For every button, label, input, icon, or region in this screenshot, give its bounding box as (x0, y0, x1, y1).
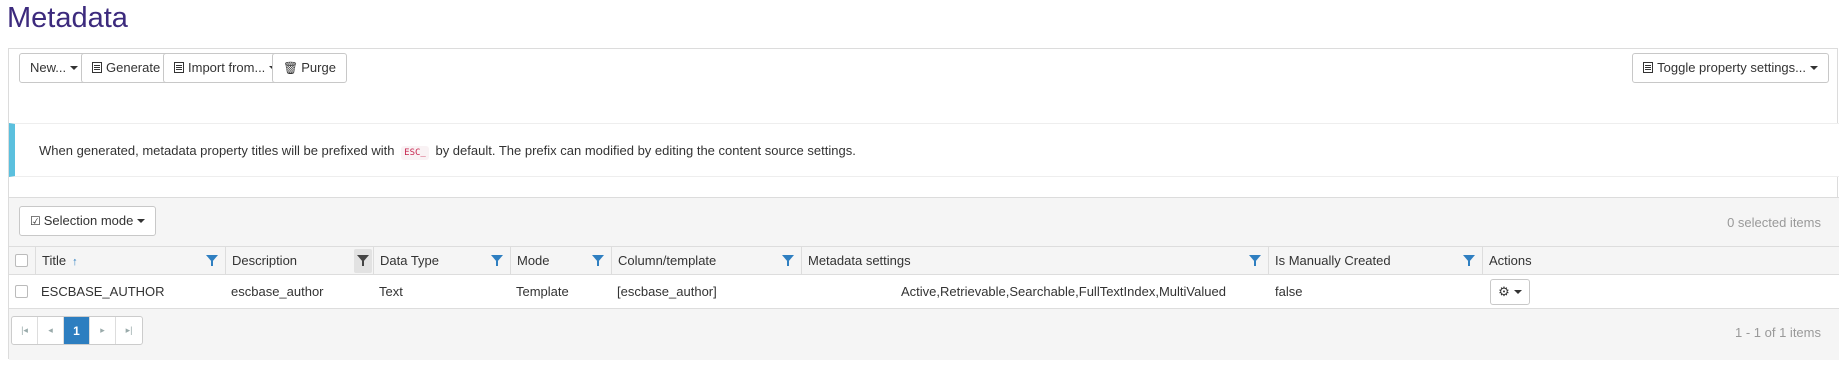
select-all-checkbox[interactable] (15, 254, 28, 267)
page-title: Metadata (7, 2, 128, 34)
alert-text: When generated, metadata property titles… (39, 143, 856, 160)
import-from-dropdown-button[interactable]: Import from... (163, 53, 289, 83)
metadata-panel: New... Generate Import from... 🗑 Purge To… (8, 48, 1839, 360)
filter-icon[interactable] (1463, 255, 1475, 266)
next-page-icon[interactable]: ▸ (90, 317, 116, 344)
first-page-icon[interactable]: |◂ (12, 317, 38, 344)
caret-down-icon (1810, 66, 1818, 70)
caret-down-icon (1513, 290, 1522, 294)
cell-title: ESCBASE_AUTHOR (41, 284, 165, 299)
column-header-title[interactable]: Title ↑ (35, 247, 225, 275)
trash-icon: 🗑 (283, 61, 299, 75)
table-row[interactable]: ESCBASE_AUTHOR escbase_author Text Templ… (9, 275, 1839, 309)
column-header-mode[interactable]: Mode (510, 247, 611, 275)
selected-count: 0 selected items (1727, 215, 1821, 230)
filter-icon[interactable] (491, 255, 503, 266)
gear-icon: ⚙ (1498, 284, 1510, 299)
column-header-is-manually-created[interactable]: Is Manually Created (1268, 247, 1482, 275)
column-header-description[interactable]: Description (225, 247, 373, 275)
filter-icon[interactable] (1249, 255, 1261, 266)
import-button-label: Import from... (188, 60, 266, 75)
sort-ascending-icon: ↑ (72, 256, 78, 268)
column-actions-label: Actions (1489, 253, 1532, 268)
generate-button[interactable]: Generate (81, 53, 172, 83)
row-actions-button[interactable]: ⚙ (1490, 279, 1530, 305)
previous-page-icon[interactable]: ◂ (38, 317, 64, 344)
column-mode-label: Mode (517, 253, 550, 268)
new-dropdown-button[interactable]: New... (19, 53, 90, 83)
column-header-metadata-settings[interactable]: Metadata settings (801, 247, 1268, 275)
cell-data-type: Text (379, 284, 403, 299)
column-header-actions: Actions (1482, 247, 1839, 275)
filter-icon[interactable] (782, 255, 794, 266)
info-alert: When generated, metadata property titles… (9, 123, 1839, 177)
toggle-property-settings-button[interactable]: Toggle property settings... (1632, 53, 1829, 83)
metadata-grid: ☑ Selection mode 0 selected items Title ↑ … (9, 197, 1839, 360)
selection-mode-dropdown-button[interactable]: ☑ Selection mode (19, 206, 157, 236)
table-icon (174, 62, 184, 73)
header-select-all-cell (9, 247, 35, 275)
new-button-label: New... (30, 60, 67, 75)
cell-mode: Template (516, 284, 569, 299)
column-header-column-template[interactable]: Column/template (611, 247, 801, 275)
cell-description: escbase_author (231, 284, 324, 299)
caret-down-icon (70, 66, 79, 70)
filter-icon[interactable] (357, 255, 369, 266)
purge-button-label: Purge (301, 60, 336, 75)
toggle-button-label: Toggle property settings... (1657, 60, 1806, 75)
table-icon (1643, 62, 1654, 73)
cell-is-manually-created: false (1275, 284, 1303, 299)
caret-down-icon (137, 219, 146, 223)
page-number-button[interactable]: 1 (64, 317, 90, 344)
pager: |◂ ◂ 1 ▸ ▸| 1 - 1 of 1 items (9, 309, 1839, 360)
grid-toolbar: ☑ Selection mode 0 selected items (9, 198, 1839, 246)
table-icon (92, 62, 102, 73)
last-page-icon[interactable]: ▸| (116, 317, 142, 344)
filter-icon[interactable] (206, 255, 218, 266)
column-data-type-label: Data Type (380, 253, 440, 268)
column-is-manually-created-label: Is Manually Created (1275, 253, 1391, 268)
column-template-label: Column/template (618, 253, 717, 268)
column-title-label: Title (42, 253, 67, 268)
column-description-label: Description (232, 253, 298, 268)
pager-buttons: |◂ ◂ 1 ▸ ▸| (11, 316, 143, 345)
cell-metadata-settings: Active,Retrievable,Searchable,FullTextIn… (901, 284, 1226, 299)
check-square-icon: ☑ (30, 214, 41, 228)
cell-column-template: [escbase_author] (617, 284, 717, 299)
toolbar: New... Generate Import from... 🗑 Purge To… (9, 49, 1837, 124)
row-select-checkbox[interactable] (15, 285, 28, 298)
generate-button-label: Generate (106, 60, 161, 75)
filter-icon[interactable] (592, 255, 604, 266)
selection-mode-label: Selection mode (43, 213, 134, 228)
pager-info: 1 - 1 of 1 items (1735, 325, 1821, 340)
prefix-code: ESC_ (401, 146, 429, 160)
column-header-data-type[interactable]: Data Type (373, 247, 510, 275)
table-header: Title ↑ Description Data Type Mode Column… (9, 246, 1839, 275)
purge-button[interactable]: 🗑 Purge (272, 53, 347, 83)
alert-text-before: When generated, metadata property titles… (39, 143, 395, 158)
column-metadata-settings-label: Metadata settings (808, 253, 911, 268)
alert-text-after: by default. The prefix can modified by e… (435, 143, 856, 158)
